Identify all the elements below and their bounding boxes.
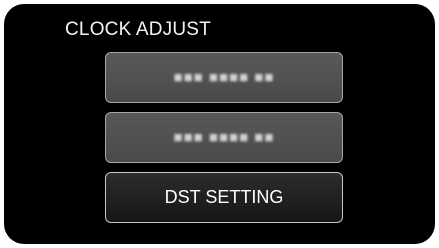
menu-button-2-blurred-label: ■■■ ■■■■ ■■	[173, 129, 275, 146]
menu-button-1[interactable]: ■■■ ■■■■ ■■	[105, 52, 343, 103]
screen-title: CLOCK ADJUST	[65, 19, 211, 40]
menu-button-2[interactable]: ■■■ ■■■■ ■■	[105, 112, 343, 163]
dst-setting-label: DST SETTING	[164, 187, 284, 207]
lcd-screen: CLOCK ADJUST ■■■ ■■■■ ■■ ■■■ ■■■■ ■■ DST…	[4, 4, 435, 244]
dst-setting-button[interactable]: DST SETTING	[105, 172, 343, 223]
menu-button-1-blurred-label: ■■■ ■■■■ ■■	[173, 69, 275, 86]
